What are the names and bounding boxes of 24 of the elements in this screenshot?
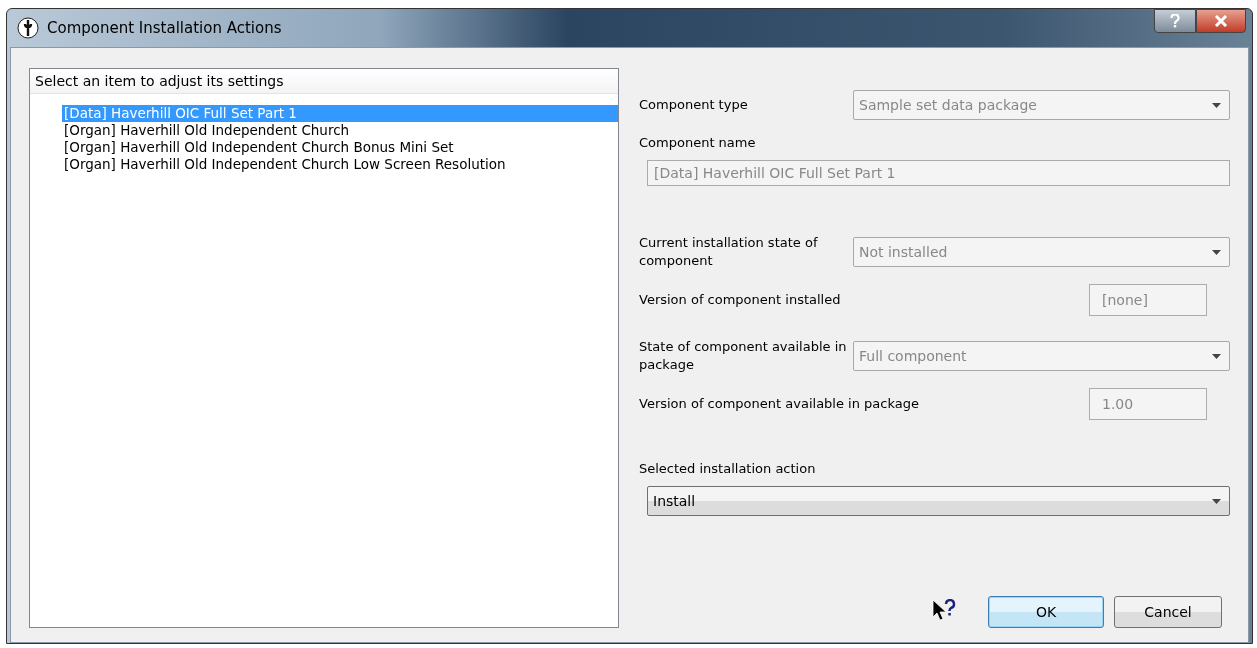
dropdown-arrow-icon	[1212, 249, 1221, 255]
dropdown-arrow-icon	[1212, 498, 1221, 504]
dialog-button[interactable]: Cancel	[1114, 596, 1222, 628]
help-button[interactable]	[1154, 9, 1196, 33]
dialog-button[interactable]: OK	[988, 596, 1104, 628]
field-label: Component name	[639, 134, 757, 152]
close-button[interactable]	[1196, 9, 1246, 33]
close-icon	[1214, 15, 1228, 27]
window-title: Component Installation Actions	[47, 19, 282, 37]
help-icon	[1170, 14, 1180, 28]
dropdown[interactable]: Install	[647, 486, 1230, 516]
field-label: Current installation state of component	[639, 234, 819, 270]
dropdown-arrow-icon	[1212, 353, 1221, 359]
field-label: Selected installation action	[639, 460, 817, 478]
dropdown-arrow-icon	[1212, 102, 1221, 108]
app-icon	[17, 17, 39, 39]
list-item[interactable]: [Organ] Haverhill Old Independent Church Low Screen Resolution	[62, 156, 618, 173]
list-item[interactable]: [Organ] Haverhill Old Independent Church Bonus Mini Set	[62, 139, 618, 156]
field-label: Version of component available in package	[639, 395, 919, 413]
field-label: State of component available in package	[639, 338, 848, 374]
list-item[interactable]: [Data] Haverhill OIC Full Set Part 1	[62, 105, 618, 122]
field-label: Component type	[639, 96, 749, 114]
field-label: Version of component installed	[639, 291, 841, 309]
list-item[interactable]: [Organ] Haverhill Old Independent Church	[62, 122, 618, 139]
